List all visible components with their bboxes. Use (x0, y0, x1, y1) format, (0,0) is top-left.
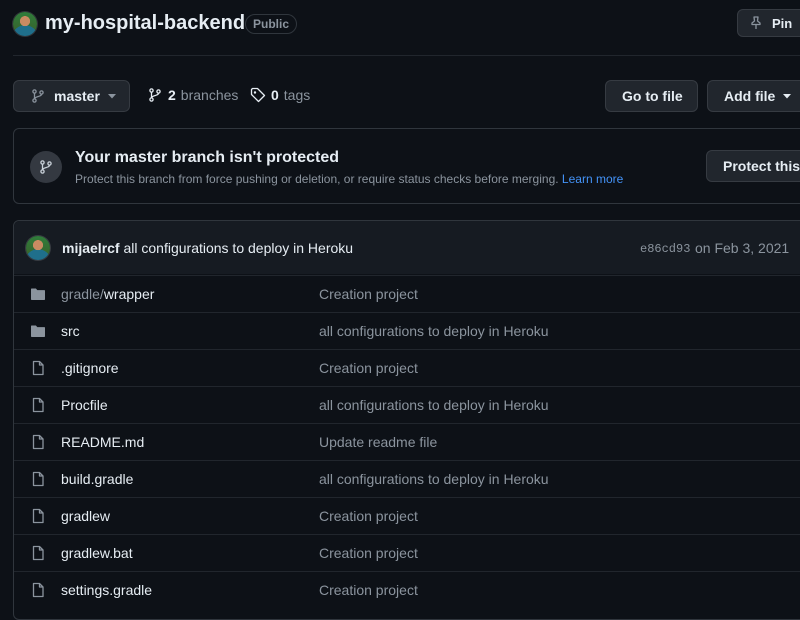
file-row[interactable]: .gitignore Creation project (14, 349, 800, 386)
file-path-prefix: gradle/ (61, 286, 104, 302)
owner-avatar[interactable] (13, 12, 37, 36)
commit-message[interactable]: all configurations to deploy in Heroku (123, 240, 353, 256)
protection-description-line: Protect this branch from force pushing o… (75, 172, 623, 186)
file-name-link[interactable]: Procfile (61, 397, 108, 413)
file-commit-message[interactable]: all configurations to deploy in Heroku (319, 323, 549, 339)
file-commit-message[interactable]: all configurations to deploy in Heroku (319, 471, 549, 487)
branch-name: master (54, 88, 100, 104)
pin-icon (748, 15, 764, 31)
file-name: build.gradle (61, 471, 134, 487)
tags-label: tags (283, 87, 311, 103)
latest-commit-bar: mijaelrcf all configurations to deploy i… (14, 221, 800, 274)
file-icon (30, 360, 46, 376)
pin-label: Pin (772, 15, 793, 31)
protection-description: Protect this branch from force pushing o… (75, 172, 559, 186)
file-name: wrapper (103, 286, 155, 302)
file-row[interactable]: gradlew Creation project (14, 497, 800, 534)
tags-count: 0 (271, 87, 279, 103)
branches-count: 2 (168, 87, 176, 103)
go-to-file-label: Go to file (622, 88, 683, 104)
commit-author[interactable]: mijaelrcf (62, 240, 120, 256)
file-name: src (61, 323, 80, 339)
repo-name[interactable]: my-hospital-backend (45, 12, 245, 35)
learn-more-link[interactable]: Learn more (562, 172, 623, 186)
file-icon (30, 471, 46, 487)
file-icon (30, 434, 46, 450)
file-row[interactable]: gradlew.bat Creation project (14, 534, 800, 571)
file-name: settings.gradle (61, 582, 153, 598)
branches-label: branches (180, 87, 239, 103)
file-commit-message[interactable]: Creation project (319, 582, 418, 598)
folder-icon (30, 286, 46, 302)
header-divider (13, 55, 800, 56)
pin-button[interactable]: Pin (737, 9, 800, 37)
protect-branch-button[interactable]: Protect this b (706, 150, 800, 182)
protect-branch-label: Protect this b (723, 158, 800, 174)
git-branch-icon (30, 88, 46, 104)
file-commit-message[interactable]: Creation project (319, 360, 418, 376)
file-name-link[interactable]: gradlew (61, 508, 110, 524)
file-name: gradlew.bat (61, 545, 133, 561)
file-commit-message[interactable]: all configurations to deploy in Heroku (319, 397, 549, 413)
file-row[interactable]: Procfile all configurations to deploy in … (14, 386, 800, 423)
file-name-link[interactable]: gradlew.bat (61, 545, 133, 561)
branches-link[interactable]: 2 branches (147, 87, 238, 103)
file-name-link[interactable]: settings.gradle (61, 582, 152, 598)
commit-author-avatar[interactable] (26, 236, 50, 260)
caret-down-icon (107, 92, 116, 100)
branch-protection-banner: Your master branch isn't protected Prote… (13, 128, 800, 204)
git-branch-icon (30, 151, 62, 183)
file-row[interactable]: settings.gradle Creation project (14, 571, 800, 608)
file-row[interactable]: build.gradle all configurations to deploy… (14, 460, 800, 497)
file-icon (30, 582, 46, 598)
file-row[interactable]: gradle/wrapper Creation project (14, 275, 800, 312)
file-name-link[interactable]: README.md (61, 434, 144, 450)
git-branch-icon (147, 87, 163, 103)
protection-title: Your master branch isn't protected (75, 149, 340, 166)
file-name-link[interactable]: src (61, 323, 80, 339)
commit-date: on Feb 3, 2021 (695, 240, 790, 256)
visibility-badge: Public (245, 14, 298, 34)
file-name-link[interactable]: .gitignore (61, 360, 119, 376)
commit-summary: mijaelrcf all configurations to deploy i… (62, 240, 353, 256)
file-commit-message[interactable]: Creation project (319, 508, 418, 524)
file-name: .gitignore (61, 360, 119, 376)
file-name-link[interactable]: build.gradle (61, 471, 133, 487)
tags-link[interactable]: 0 tags (250, 87, 310, 103)
file-icon (30, 397, 46, 413)
file-commit-message[interactable]: Update readme file (319, 434, 437, 450)
commit-sha[interactable]: e86cd93 (640, 242, 690, 256)
file-name: Procfile (61, 397, 108, 413)
add-file-button[interactable]: Add file (707, 80, 800, 112)
file-name: gradlew (61, 508, 111, 524)
file-row[interactable]: README.md Update readme file (14, 423, 800, 460)
add-file-label: Add file (724, 88, 776, 104)
file-name: README.md (61, 434, 145, 450)
file-commit-message[interactable]: Creation project (319, 545, 418, 561)
folder-icon (30, 323, 46, 339)
caret-down-icon (783, 92, 792, 100)
file-icon (30, 545, 46, 561)
file-commit-message[interactable]: Creation project (319, 286, 418, 302)
go-to-file-button[interactable]: Go to file (605, 80, 698, 112)
file-name-link[interactable]: gradle/wrapper (61, 286, 154, 302)
file-row[interactable]: src all configurations to deploy in Herok… (14, 312, 800, 349)
file-icon (30, 508, 46, 524)
branch-select-button[interactable]: master (13, 80, 130, 112)
tag-icon (250, 87, 266, 103)
